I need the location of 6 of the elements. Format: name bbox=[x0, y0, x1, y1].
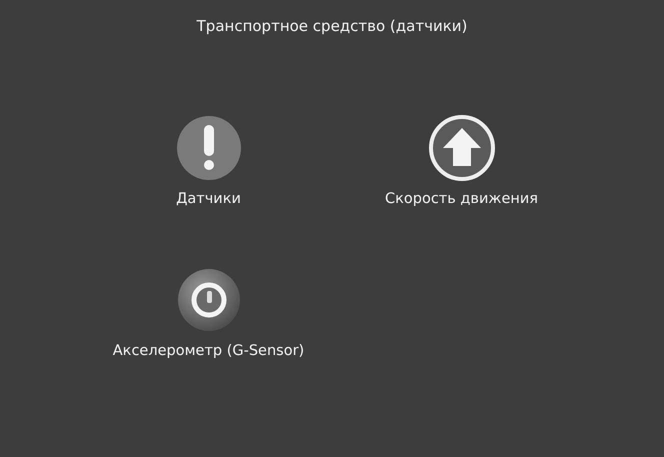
alert-icon bbox=[176, 115, 242, 181]
screen-title: Транспортное средство (датчики) bbox=[196, 17, 468, 35]
menu-item-label[interactable]: Акселерометр (G-Sensor) bbox=[112, 343, 304, 359]
dial-icon bbox=[176, 267, 242, 333]
menu-item-label[interactable]: Скорость движения bbox=[384, 191, 538, 207]
menu-item-label[interactable]: Датчики bbox=[176, 191, 241, 207]
